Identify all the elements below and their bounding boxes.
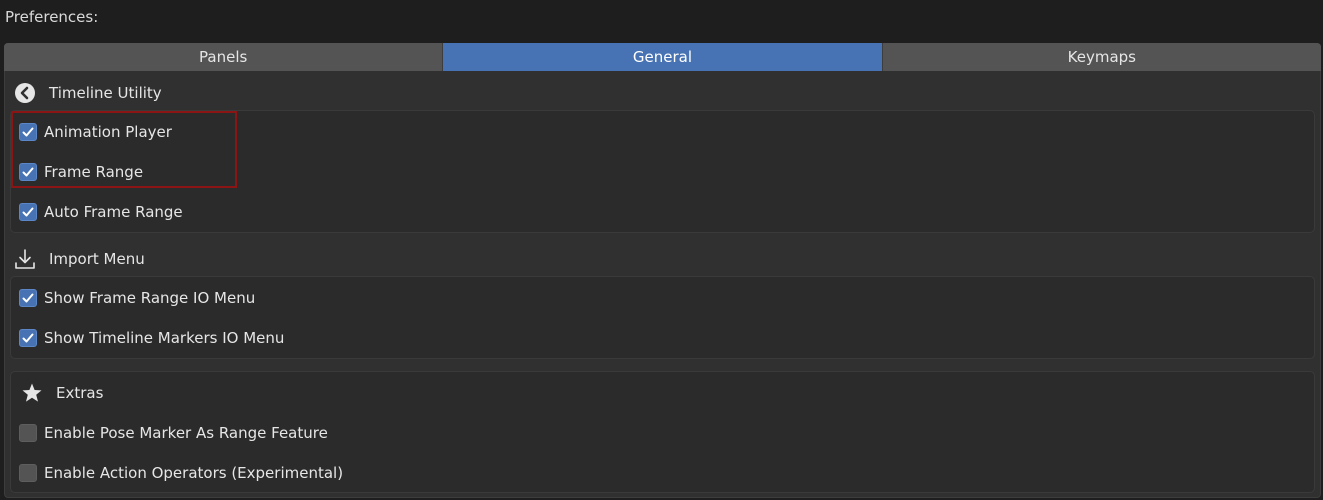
section-import-menu-header[interactable]: Import Menu — [14, 248, 145, 270]
timeline-utility-options-box: Animation Player Frame Range Auto Frame … — [10, 110, 1315, 233]
checkbox-enable-action-operators[interactable] — [19, 464, 37, 482]
tab-panels[interactable]: Panels — [4, 43, 444, 71]
option-animation-player[interactable]: Animation Player — [19, 121, 172, 143]
option-show-timeline-markers-io-menu[interactable]: Show Timeline Markers IO Menu — [19, 327, 284, 349]
checkbox-show-frame-range-io-menu[interactable] — [19, 289, 37, 307]
checkmark-icon — [22, 167, 34, 177]
chevron-left-circle-icon[interactable] — [14, 82, 36, 104]
checkbox-frame-range[interactable] — [19, 163, 37, 181]
star-icon — [21, 382, 43, 404]
option-label: Frame Range — [44, 163, 144, 181]
checkbox-animation-player[interactable] — [19, 123, 37, 141]
tab-bar: Panels General Keymaps — [4, 43, 1321, 71]
checkmark-icon — [22, 207, 34, 217]
option-show-frame-range-io-menu[interactable]: Show Frame Range IO Menu — [19, 287, 255, 309]
checkbox-show-timeline-markers-io-menu[interactable] — [19, 329, 37, 347]
section-timeline-utility-header[interactable]: Timeline Utility — [14, 82, 162, 104]
preferences-header: Preferences: — [5, 8, 99, 26]
section-extras-header[interactable]: Extras — [21, 382, 103, 404]
checkbox-auto-frame-range[interactable] — [19, 203, 37, 221]
checkmark-icon — [22, 127, 34, 137]
option-enable-pose-marker-as-range[interactable]: Enable Pose Marker As Range Feature — [19, 422, 328, 444]
tab-general[interactable]: General — [443, 43, 883, 71]
option-label: Show Frame Range IO Menu — [44, 289, 256, 307]
option-label: Enable Action Operators (Experimental) — [44, 464, 344, 482]
import-arrow-icon — [14, 248, 36, 270]
tab-keymaps[interactable]: Keymaps — [882, 43, 1321, 71]
section-timeline-utility-title: Timeline Utility — [49, 84, 162, 102]
section-extras-title: Extras — [56, 384, 104, 402]
option-label: Animation Player — [44, 123, 172, 141]
section-import-menu-title: Import Menu — [49, 250, 145, 268]
option-label: Enable Pose Marker As Range Feature — [44, 424, 328, 442]
option-enable-action-operators[interactable]: Enable Action Operators (Experimental) — [19, 462, 343, 484]
option-auto-frame-range[interactable]: Auto Frame Range — [19, 201, 183, 223]
option-frame-range[interactable]: Frame Range — [19, 161, 143, 183]
checkmark-icon — [22, 333, 34, 343]
checkbox-enable-pose-marker-as-range[interactable] — [19, 424, 37, 442]
import-menu-options-box: Show Frame Range IO Menu Show Timeline M… — [10, 276, 1315, 359]
checkmark-icon — [22, 293, 34, 303]
option-label: Show Timeline Markers IO Menu — [44, 329, 285, 347]
option-label: Auto Frame Range — [44, 203, 183, 221]
extras-box: Extras Enable Pose Marker As Range Featu… — [10, 371, 1315, 493]
